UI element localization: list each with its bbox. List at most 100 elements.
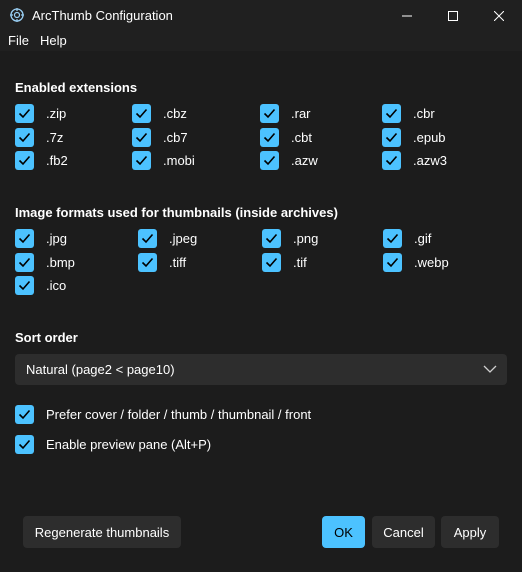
regenerate-thumbnails-button[interactable]: Regenerate thumbnails: [23, 516, 181, 548]
checkbox-format-gif[interactable]: .gif: [383, 229, 431, 248]
checkbox-box[interactable]: [382, 104, 401, 123]
check-icon: [135, 108, 148, 119]
title-bar: ArcThumb Configuration: [0, 0, 522, 31]
checkbox-ext-7z[interactable]: .7z: [15, 128, 63, 147]
ok-button[interactable]: OK: [322, 516, 365, 548]
check-icon: [386, 233, 399, 244]
checkbox-ext-cbz[interactable]: .cbz: [132, 104, 187, 123]
checkbox-box[interactable]: [15, 435, 34, 454]
checkbox-ext-cb7[interactable]: .cb7: [132, 128, 188, 147]
checkbox-box[interactable]: [138, 229, 157, 248]
checkbox-box[interactable]: [382, 151, 401, 170]
check-icon: [141, 233, 154, 244]
check-icon: [385, 132, 398, 143]
checkbox-format-bmp[interactable]: .bmp: [15, 253, 75, 272]
checkbox-format-ico[interactable]: .ico: [15, 276, 66, 295]
checkbox-ext-zip[interactable]: .zip: [15, 104, 66, 123]
checkbox-box[interactable]: [262, 229, 281, 248]
checkbox-ext-epub[interactable]: .epub: [382, 128, 446, 147]
checkbox-box[interactable]: [15, 104, 34, 123]
checkbox-box[interactable]: [262, 253, 281, 272]
checkbox-ext-cbt[interactable]: .cbt: [260, 128, 312, 147]
checkbox-box[interactable]: [132, 151, 151, 170]
checkbox-label: .png: [293, 231, 319, 246]
checkbox-ext-cbr[interactable]: .cbr: [382, 104, 435, 123]
checkbox-box[interactable]: [132, 104, 151, 123]
checkbox-label: .jpeg: [169, 231, 198, 246]
checkbox-ext-azw[interactable]: .azw: [260, 151, 318, 170]
checkbox-box[interactable]: [383, 253, 402, 272]
check-icon: [18, 280, 31, 291]
checkbox-box[interactable]: [15, 253, 34, 272]
check-icon: [18, 233, 31, 244]
menu-bar: File Help: [0, 31, 522, 51]
check-icon: [135, 132, 148, 143]
checkbox-box[interactable]: [132, 128, 151, 147]
check-icon: [386, 257, 399, 268]
checkbox-label: .azw: [291, 153, 318, 168]
checkbox-preview-pane[interactable]: Enable preview pane (Alt+P): [15, 435, 211, 454]
checkbox-label: .zip: [46, 106, 67, 121]
checkbox-box[interactable]: [15, 128, 34, 147]
checkbox-label: .webp: [414, 255, 449, 270]
check-icon: [141, 257, 154, 268]
check-icon: [18, 132, 31, 143]
check-icon: [265, 257, 278, 268]
checkbox-box[interactable]: [260, 151, 279, 170]
sort-order-heading: Sort order: [15, 330, 78, 345]
checkbox-format-webp[interactable]: .webp: [383, 253, 449, 272]
checkbox-label: .cb7: [163, 130, 188, 145]
checkbox-box[interactable]: [15, 276, 34, 295]
menu-help[interactable]: Help: [40, 33, 67, 48]
apply-button[interactable]: Apply: [441, 516, 499, 548]
checkbox-box[interactable]: [15, 405, 34, 424]
checkbox-ext-azw3[interactable]: .azw3: [382, 151, 447, 170]
close-button[interactable]: [476, 0, 522, 31]
checkbox-format-tif[interactable]: .tif: [262, 253, 307, 272]
menu-file[interactable]: File: [8, 33, 29, 48]
checkbox-format-tiff[interactable]: .tiff: [138, 253, 186, 272]
checkbox-ext-fb2[interactable]: .fb2: [15, 151, 68, 170]
checkbox-label: .jpg: [46, 231, 67, 246]
checkbox-label: .7z: [46, 130, 64, 145]
check-icon: [263, 155, 276, 166]
sort-order-dropdown[interactable]: Natural (page2 < page10): [15, 354, 507, 385]
checkbox-label: .gif: [414, 231, 432, 246]
checkbox-box[interactable]: [382, 128, 401, 147]
checkbox-label: .rar: [291, 106, 311, 121]
checkbox-ext-rar[interactable]: .rar: [260, 104, 311, 123]
checkbox-box[interactable]: [15, 151, 34, 170]
check-icon: [265, 233, 278, 244]
check-icon: [385, 108, 398, 119]
checkbox-label: .tif: [293, 255, 307, 270]
sort-order-value: Natural (page2 < page10): [26, 362, 175, 377]
cancel-button[interactable]: Cancel: [372, 516, 435, 548]
checkbox-label: .epub: [413, 130, 446, 145]
check-icon: [18, 439, 31, 450]
checkbox-label: .ico: [46, 278, 67, 293]
checkbox-label: .mobi: [163, 153, 195, 168]
checkbox-prefer-cover[interactable]: Prefer cover / folder / thumb / thumbnai…: [15, 405, 311, 424]
checkbox-box[interactable]: [383, 229, 402, 248]
checkbox-label: .tiff: [169, 255, 187, 270]
image-formats-heading: Image formats used for thumbnails (insid…: [15, 205, 338, 220]
checkbox-label: .cbt: [291, 130, 312, 145]
minimize-button[interactable]: [384, 0, 430, 31]
check-icon: [263, 108, 276, 119]
check-icon: [18, 409, 31, 420]
checkbox-box[interactable]: [15, 229, 34, 248]
checkbox-label: .azw3: [413, 153, 447, 168]
checkbox-format-png[interactable]: .png: [262, 229, 318, 248]
checkbox-box[interactable]: [138, 253, 157, 272]
app-icon: [10, 8, 24, 22]
check-icon: [385, 155, 398, 166]
checkbox-format-jpeg[interactable]: .jpeg: [138, 229, 197, 248]
window-title: ArcThumb Configuration: [32, 8, 173, 23]
checkbox-box[interactable]: [260, 128, 279, 147]
checkbox-format-jpg[interactable]: .jpg: [15, 229, 67, 248]
check-icon: [135, 155, 148, 166]
maximize-button[interactable]: [430, 0, 476, 31]
checkbox-ext-mobi[interactable]: .mobi: [132, 151, 195, 170]
checkbox-label: .cbz: [163, 106, 187, 121]
checkbox-box[interactable]: [260, 104, 279, 123]
